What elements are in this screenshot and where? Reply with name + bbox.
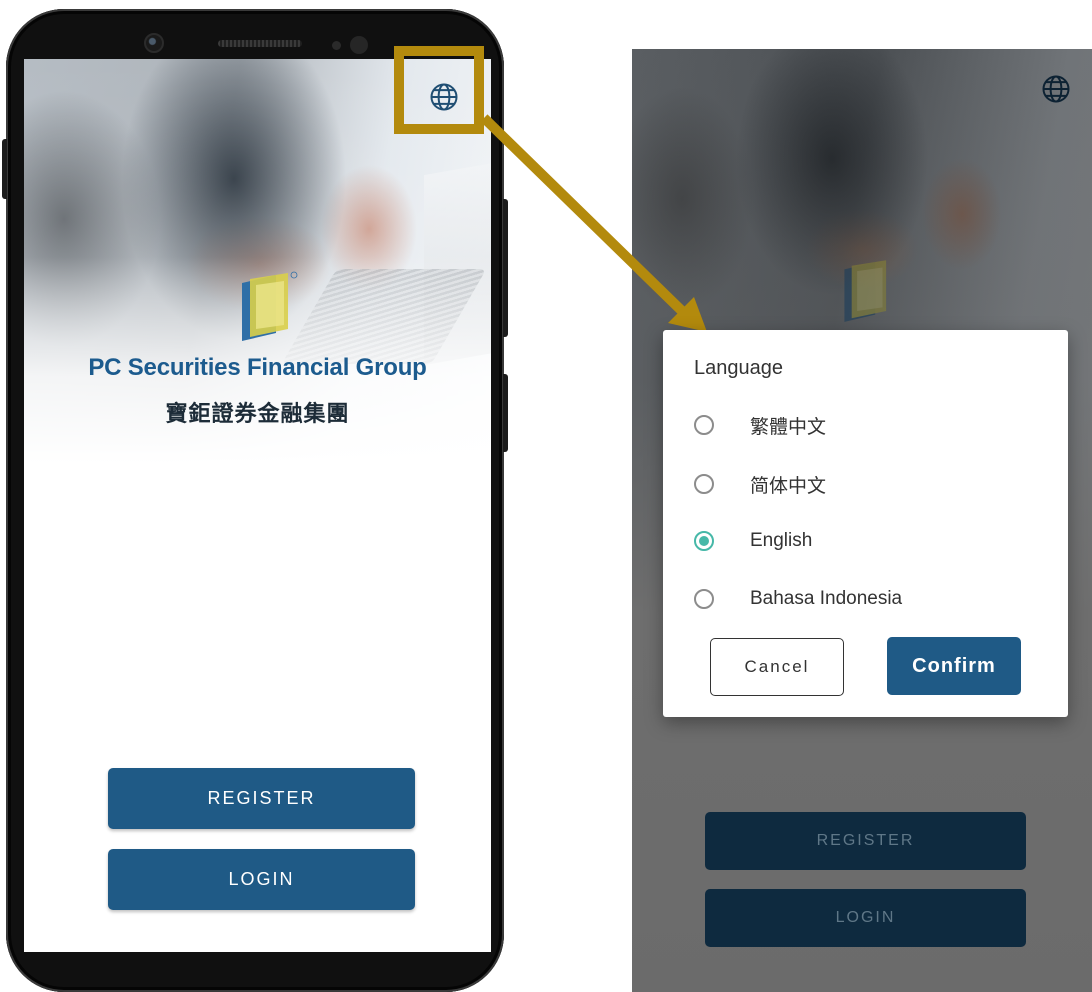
company-logo (242, 271, 298, 341)
side-button (2, 139, 7, 199)
login-button[interactable]: LOGIN (108, 849, 415, 910)
radio-button[interactable] (694, 474, 714, 494)
brand-name-english: PC Securities Financial Group (88, 354, 427, 381)
language-button-dimmed[interactable] (1038, 71, 1074, 107)
monitor-shape (424, 162, 491, 366)
option-label: Bahasa Indonesia (750, 588, 903, 609)
register-button[interactable]: REGISTER (108, 768, 415, 829)
language-dialog: Language 繁體中文 简体中文 English Bahasa Indone… (663, 330, 1068, 717)
language-option-simplified-chinese[interactable]: 简体中文 (694, 469, 826, 499)
laptop-shape (281, 269, 487, 364)
language-option-english[interactable]: English (694, 526, 812, 556)
callout-highlight-box (394, 46, 484, 134)
brand-name-chinese: 寶鉅證券金融集團 (165, 402, 350, 427)
option-label: 繁體中文 (750, 415, 827, 438)
light-sensor (350, 36, 368, 54)
login-button-dimmed: LOGIN (705, 889, 1026, 947)
volume-button (503, 199, 508, 337)
language-option-bahasa-indonesia[interactable]: Bahasa Indonesia (694, 584, 902, 614)
power-button (503, 374, 508, 452)
app-screen: PC Securities Financial Group 寶鉅證券金融集團 R… (24, 59, 491, 952)
radio-button[interactable] (694, 415, 714, 435)
globe-icon (1042, 75, 1070, 103)
front-camera (144, 33, 164, 53)
register-button-dimmed: REGISTER (705, 812, 1026, 870)
phone-frame: PC Securities Financial Group 寶鉅證券金融集團 R… (2, 9, 508, 992)
proximity-sensor (332, 41, 341, 50)
company-logo-dimmed (844, 260, 887, 322)
radio-button[interactable] (694, 589, 714, 609)
language-option-traditional-chinese[interactable]: 繁體中文 (694, 410, 826, 440)
earpiece-speaker (218, 40, 302, 47)
radio-button-selected[interactable] (694, 531, 714, 551)
dialog-title: Language (694, 357, 783, 379)
confirm-button[interactable]: Confirm (887, 637, 1021, 695)
option-label: 简体中文 (750, 474, 827, 497)
option-label: English (750, 530, 813, 551)
cancel-button[interactable]: Cancel (710, 638, 844, 696)
